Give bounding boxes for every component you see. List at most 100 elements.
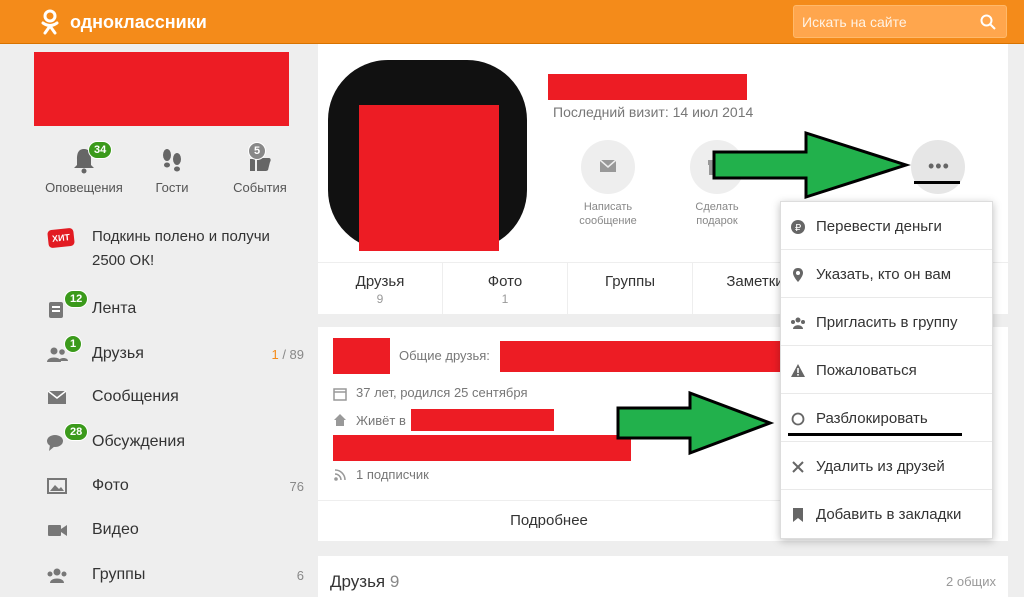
rss-icon [334, 469, 346, 481]
svg-text:₽: ₽ [795, 223, 802, 234]
footprints-icon [163, 149, 181, 172]
circle-icon [791, 412, 805, 426]
menu-item-label: Перевести деньги [816, 218, 942, 235]
friends-count-new: 1 [271, 347, 279, 362]
tab-photo[interactable]: Фото 1 [443, 263, 568, 315]
tab-groups[interactable]: Группы [568, 263, 693, 315]
redacted-city [411, 409, 554, 431]
home-icon [334, 414, 346, 426]
odnoklassniki-logo-icon[interactable] [36, 8, 64, 36]
redacted-profile-name [548, 74, 747, 100]
menu-item-label: Пожаловаться [816, 362, 917, 379]
redacted-mutual-friends [500, 341, 780, 372]
sidebar-item-messages[interactable]: Сообщения [40, 382, 310, 412]
sidebar-item-label: Обсуждения [92, 433, 185, 450]
last-visit-text: Последний визит: 14 июл 2014 [553, 104, 754, 120]
tab-photo-label: Фото [487, 273, 523, 290]
friends-count-total: / 89 [278, 347, 304, 362]
tab-friends-label: Друзья [355, 273, 405, 290]
video-icon [48, 525, 67, 536]
hit-badge-icon: ХИТ [47, 227, 75, 249]
bookmark-icon [793, 508, 803, 522]
ellipsis-icon: ••• [928, 156, 950, 176]
sidebar-item-groups[interactable]: Группы 6 [40, 560, 310, 590]
events-badge: 5 [248, 142, 267, 160]
write-message-line1: Написать [583, 201, 633, 213]
quick-notifications[interactable]: 34 Оповещения [34, 141, 134, 195]
feed-badge: 12 [64, 290, 89, 308]
quick-guests[interactable]: Гости [122, 144, 222, 195]
redacted-extra-info [333, 435, 631, 461]
envelope-icon [599, 159, 617, 172]
sidebar-item-label: Друзья [92, 345, 144, 362]
menu-item-label: Разблокировать [816, 410, 928, 427]
calendar-icon [333, 388, 347, 401]
sidebar-item-label: Лента [92, 300, 137, 317]
tab-photo-count: 1 [501, 292, 509, 306]
site-search [793, 5, 1007, 38]
tab-groups-label: Группы [605, 273, 655, 290]
menu-item-transfer-money[interactable]: ₽ Перевести деньги [781, 202, 992, 250]
x-icon [792, 461, 804, 473]
brand-name[interactable]: одноклассники [70, 12, 207, 33]
redacted-avatar [359, 105, 499, 251]
write-message-button[interactable]: Написать сообщение [563, 140, 653, 228]
redacted-mutual-avatar [333, 338, 390, 374]
common-friends-link[interactable]: 2 общих [946, 574, 996, 589]
search-icon[interactable] [980, 14, 996, 30]
mutual-friends-label: Общие друзья: [399, 348, 490, 363]
annotation-underline-unblock [788, 433, 962, 436]
warning-icon [791, 364, 805, 377]
photo-icon [47, 478, 67, 494]
sidebar-item-label: Видео [92, 521, 139, 538]
friends-title-label: Друзья [330, 572, 386, 591]
envelope-icon [47, 390, 67, 404]
groups-count: 6 [296, 568, 304, 583]
friends-section-title: Друзья 9 [330, 572, 399, 592]
menu-item-label: Пригласить в группу [816, 314, 958, 331]
tab-friends[interactable]: Друзья 9 [318, 263, 443, 315]
notifications-badge: 34 [88, 141, 113, 159]
friends-count: 1 / 89 [271, 347, 304, 362]
menu-item-bookmark[interactable]: Добавить в закладки [781, 490, 992, 538]
menu-item-report[interactable]: Пожаловаться [781, 346, 992, 394]
notifications-label: Оповещения [45, 180, 123, 195]
quick-events[interactable]: 5 События [210, 142, 310, 195]
subscribers-text[interactable]: 1 подписчик [356, 467, 429, 482]
tab-friends-count: 9 [376, 292, 384, 306]
promo-text[interactable]: Подкинь полено и получи 2500 ОК! [92, 225, 302, 273]
sidebar-item-label: Сообщения [92, 388, 179, 405]
menu-item-label: Указать, кто он вам [816, 266, 952, 283]
send-gift-line2: подарок [696, 215, 738, 227]
friends-section-card [318, 556, 1008, 597]
location-pin-icon [793, 268, 803, 282]
more-actions-button[interactable]: ••• [911, 140, 965, 194]
photo-count: 76 [289, 479, 304, 494]
top-header: одноклассники [0, 0, 1024, 44]
annotation-arrow-unblock [616, 390, 775, 456]
groups-icon [47, 568, 67, 583]
sidebar-item-label: Фото [92, 477, 129, 494]
menu-item-set-relation[interactable]: Указать, кто он вам [781, 250, 992, 298]
guests-label: Гости [155, 180, 189, 195]
sidebar-item-discussions[interactable]: 28 Обсуждения [40, 423, 310, 457]
search-input[interactable] [802, 13, 972, 31]
sidebar-item-friends[interactable]: 1 Друзья 1 / 89 [40, 335, 310, 369]
more-details-link[interactable]: Подробнее [318, 500, 780, 540]
friends-title-count: 9 [389, 572, 400, 591]
age-text: 37 лет, родился 25 сентября [356, 385, 528, 400]
group-invite-icon [791, 317, 805, 329]
redacted-username [34, 52, 289, 126]
menu-item-invite-group[interactable]: Пригласить в группу [781, 298, 992, 346]
sidebar-item-label: Группы [92, 566, 146, 583]
sidebar-item-feed[interactable]: 12 Лента [40, 290, 310, 324]
send-gift-line1: Сделать [695, 201, 739, 213]
sidebar-item-video[interactable]: Видео [40, 515, 310, 545]
ruble-coin-icon: ₽ [791, 220, 805, 234]
friends-badge: 1 [64, 335, 83, 353]
annotation-arrow-more [712, 130, 911, 200]
annotation-underline-more [914, 181, 960, 184]
sidebar-item-photo[interactable]: Фото 76 [40, 471, 310, 501]
discussions-badge: 28 [64, 423, 89, 441]
menu-item-remove-friend[interactable]: Удалить из друзей [781, 442, 992, 490]
